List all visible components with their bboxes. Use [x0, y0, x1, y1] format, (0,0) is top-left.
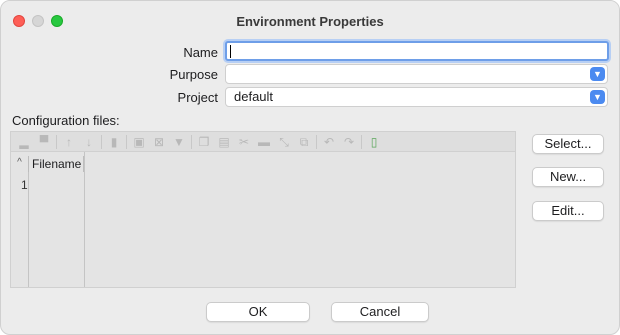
- remove-icon[interactable]: ▀: [34, 133, 54, 151]
- configuration-toolbar: ▂ ▀ ↑ ↓ ▮ ▣ ⊠ ▼ ❐ ▤ ✂ ▬ ⤡ ⧉ ↶ ↷ ▯: [10, 131, 516, 152]
- text-caret: [230, 45, 231, 58]
- toolbar-divider: [191, 134, 192, 149]
- toolbar-divider: [56, 134, 57, 149]
- title-bar: Environment Properties: [1, 1, 619, 37]
- select-button[interactable]: Select...: [532, 134, 604, 154]
- project-value: default: [234, 89, 274, 104]
- deselect-icon[interactable]: ⊠: [149, 133, 169, 151]
- row-number: 1: [21, 178, 28, 192]
- toolbar-divider: [361, 134, 362, 149]
- name-input[interactable]: [225, 41, 609, 61]
- sort-indicator[interactable]: ^: [11, 152, 28, 172]
- duplicate-icon[interactable]: ⧉: [294, 133, 314, 151]
- copy-icon[interactable]: ❐: [194, 133, 214, 151]
- cancel-button[interactable]: Cancel: [331, 302, 429, 322]
- move-down-icon[interactable]: ↓: [79, 133, 99, 151]
- filter-icon[interactable]: ▼: [169, 133, 189, 151]
- ok-button[interactable]: OK: [206, 302, 310, 322]
- collapse-icon[interactable]: ⤡: [274, 133, 294, 151]
- purpose-select[interactable]: ▼: [225, 64, 608, 84]
- column-divider: [84, 152, 85, 287]
- toolbar-divider: [101, 134, 102, 149]
- environment-properties-dialog: Environment Properties Name Purpose ▼ Pr…: [0, 0, 620, 335]
- new-button[interactable]: New...: [532, 167, 604, 187]
- gutter-divider: [28, 172, 29, 287]
- edit-button[interactable]: Edit...: [532, 201, 604, 221]
- configuration-files-label: Configuration files:: [12, 113, 120, 128]
- add-icon[interactable]: ▂: [14, 133, 34, 151]
- purpose-label: Purpose: [169, 67, 218, 82]
- trash-icon[interactable]: ▬: [254, 133, 274, 151]
- new-file-icon[interactable]: ▯: [364, 133, 384, 151]
- project-select[interactable]: default ▼: [225, 87, 608, 107]
- configuration-files-table[interactable]: ^ Filename 1: [10, 152, 516, 288]
- redo-icon[interactable]: ↷: [339, 133, 359, 151]
- chevron-down-icon[interactable]: ▼: [590, 67, 605, 81]
- select-all-icon[interactable]: ▣: [129, 133, 149, 151]
- delete-icon[interactable]: ▮: [104, 133, 124, 151]
- project-label: Project: [177, 90, 218, 105]
- toolbar-divider: [316, 134, 317, 149]
- toolbar-divider: [126, 134, 127, 149]
- filename-column-header[interactable]: Filename: [28, 156, 84, 172]
- move-up-icon[interactable]: ↑: [59, 133, 79, 151]
- chevron-down-icon[interactable]: ▼: [590, 90, 605, 104]
- paste-icon[interactable]: ▤: [214, 133, 234, 151]
- undo-icon[interactable]: ↶: [319, 133, 339, 151]
- name-label: Name: [183, 45, 218, 60]
- cut-icon[interactable]: ✂: [234, 133, 254, 151]
- window-title: Environment Properties: [236, 14, 384, 29]
